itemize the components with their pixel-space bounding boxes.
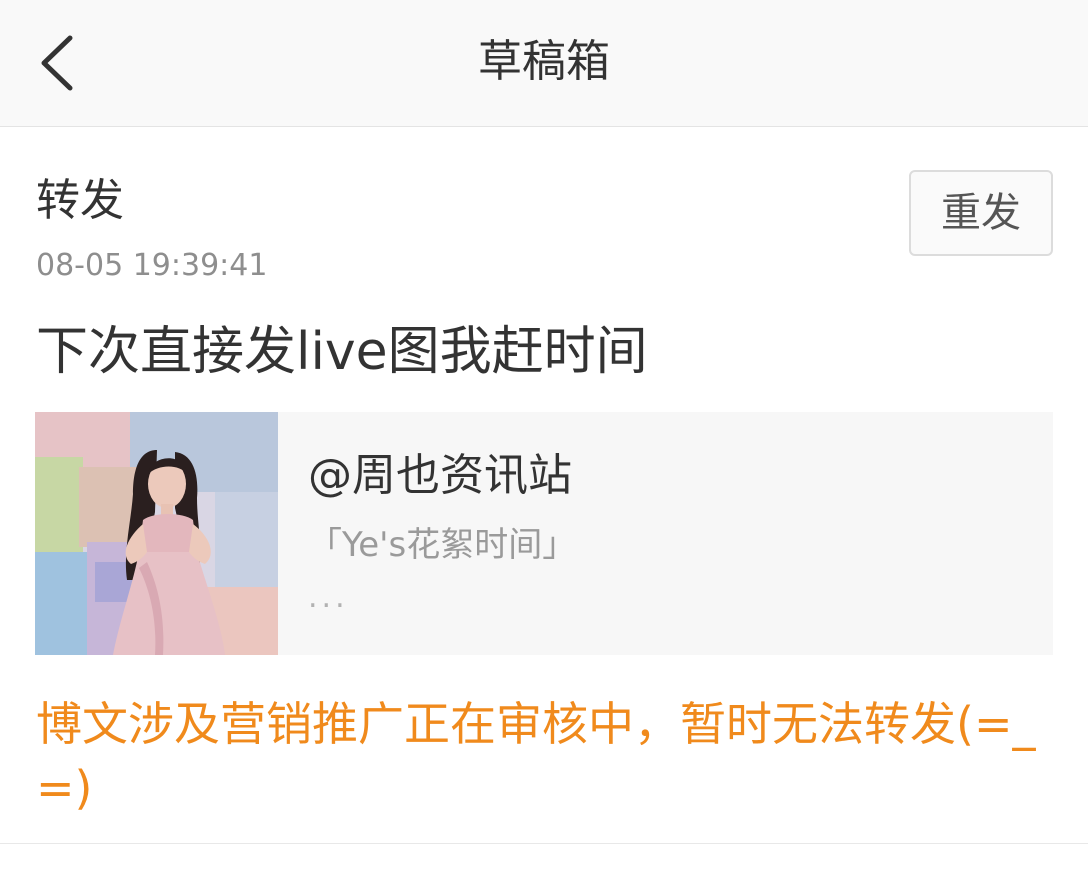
repost-excerpt: 「Ye's花絮时间」 bbox=[308, 525, 577, 565]
resend-button[interactable]: 重发 bbox=[909, 170, 1053, 256]
page-title: 草稿箱 bbox=[478, 36, 610, 87]
draft-type-label: 转发 bbox=[36, 175, 124, 226]
draft-item: 转发 08-05 19:39:41 重发 下次直接发live图我赶时间 @周也资… bbox=[0, 127, 1088, 844]
repost-ellipsis: ... bbox=[308, 580, 349, 615]
repost-card[interactable]: @周也资讯站 「Ye's花絮时间」 ... bbox=[35, 412, 1053, 655]
thumbnail-photo bbox=[35, 412, 278, 655]
review-notice: 博文涉及营销推广正在审核中，暂时无法转发(=_=) bbox=[36, 697, 1036, 815]
draft-content: 下次直接发live图我赶时间 bbox=[36, 322, 648, 382]
draft-timestamp: 08-05 19:39:41 bbox=[36, 248, 268, 283]
repost-thumbnail bbox=[35, 412, 278, 655]
repost-author: @周也资讯站 bbox=[308, 450, 572, 501]
navigation-bar: 草稿箱 bbox=[0, 0, 1088, 127]
